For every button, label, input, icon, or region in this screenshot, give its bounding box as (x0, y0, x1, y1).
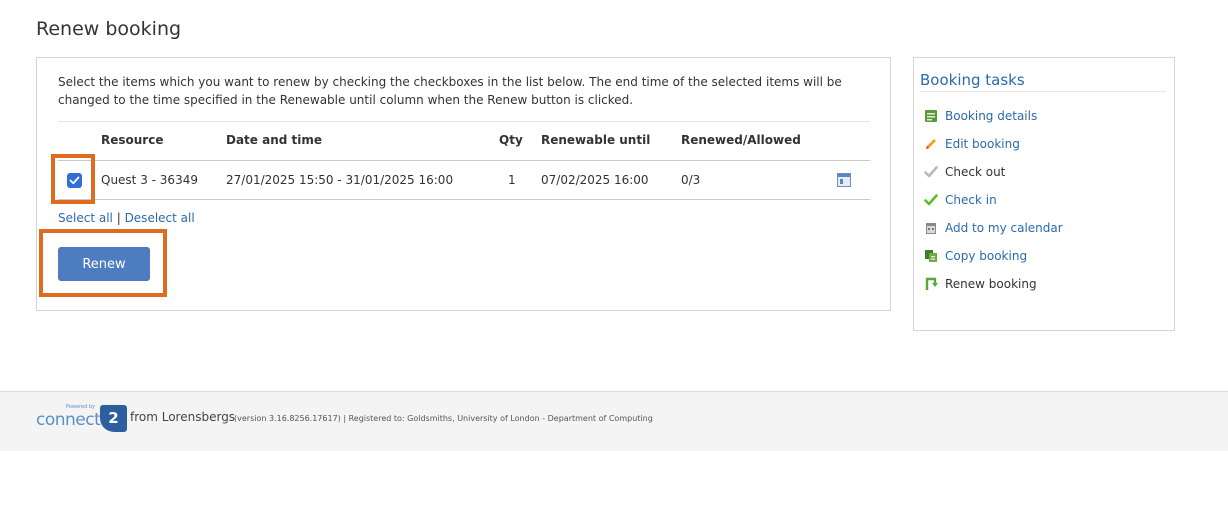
connect2-logo: Powered by connect 2 (36, 404, 128, 434)
footer: Powered by connect 2 from Lorensbergs (v… (0, 391, 1228, 451)
task-label: Renew booking (945, 277, 1037, 291)
table-header-row: Resource Date and time Qty Renewable unt… (58, 121, 870, 160)
booking-tasks-panel: Booking tasks Booking details Edit booki… (913, 57, 1175, 331)
green-checkmark-icon (924, 194, 938, 206)
column-header-date-time: Date and time (226, 133, 323, 147)
booking-tasks-title: Booking tasks (920, 71, 1025, 89)
task-label: Check in (945, 193, 997, 207)
select-all-link[interactable]: Select all (58, 211, 113, 225)
renew-icon (925, 277, 938, 290)
task-label: Edit booking (945, 137, 1020, 151)
table-row: Quest 3 - 36349 27/01/2025 15:50 - 31/01… (58, 160, 870, 200)
booking-tasks-divider (920, 91, 1166, 92)
logo-badge: 2 (100, 405, 127, 432)
checkbox-highlight-box (51, 154, 95, 204)
resource-details-icon[interactable] (837, 173, 851, 187)
column-header-resource: Resource (101, 133, 164, 147)
cell-date-time: 27/01/2025 15:50 - 31/01/2025 16:00 (226, 173, 454, 187)
cell-renewed-allowed: 0/3 (681, 173, 701, 187)
column-header-renewable-until: Renewable until (541, 133, 651, 147)
renew-table: Resource Date and time Qty Renewable unt… (58, 121, 870, 200)
renew-button[interactable]: Renew (58, 247, 150, 281)
cell-renewable-until: 07/02/2025 16:00 (541, 173, 649, 187)
grey-checkmark-icon (924, 166, 938, 178)
selection-links: Select all | Deselect all (58, 211, 195, 225)
task-label: Copy booking (945, 249, 1028, 263)
pencil-icon (926, 139, 936, 149)
logo-wordmark: connect (36, 410, 101, 430)
task-label: Booking details (945, 109, 1038, 123)
task-label: Check out (945, 165, 1006, 179)
page-title: Renew booking (36, 18, 182, 40)
footer-version-info: (version 3.16.8256.17617) | Registered t… (234, 414, 653, 423)
footer-vendor: from Lorensbergs (130, 410, 236, 424)
cell-qty: 1 (508, 173, 516, 187)
task-label: Add to my calendar (945, 221, 1063, 235)
calendar-add-icon (926, 223, 936, 234)
copy-icon (925, 250, 937, 262)
cell-resource: Quest 3 - 36349 (101, 173, 198, 187)
deselect-all-link[interactable]: Deselect all (125, 211, 195, 225)
column-header-renewed-allowed: Renewed/Allowed (681, 133, 801, 147)
renew-instructions: Select the items which you want to renew… (58, 75, 842, 107)
booking-details-icon (925, 110, 937, 122)
column-header-qty: Qty (499, 133, 523, 147)
selection-separator: | (116, 211, 121, 225)
